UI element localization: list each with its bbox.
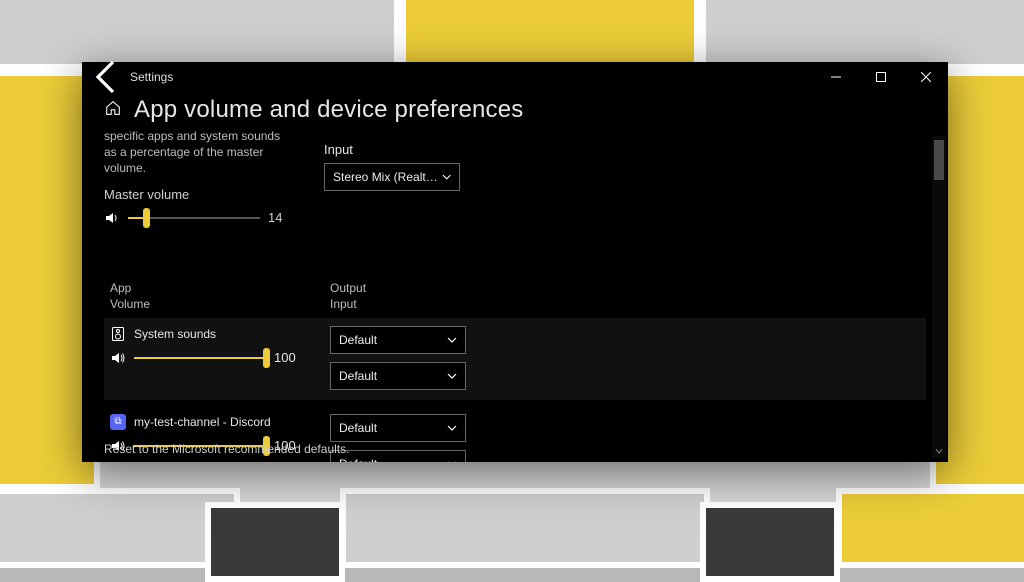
- master-description: specific apps and system sounds as a per…: [104, 128, 294, 177]
- discord-icon: ⧉: [110, 414, 126, 430]
- app-input-selected: Default: [339, 457, 377, 462]
- close-icon: [921, 72, 931, 82]
- table-header: App Volume Output Input: [104, 280, 926, 312]
- back-arrow-icon: [88, 57, 128, 97]
- master-volume-slider[interactable]: [128, 210, 260, 226]
- col-input: Input: [330, 296, 480, 312]
- maximize-button[interactable]: [858, 62, 903, 92]
- input-label: Input: [324, 142, 474, 157]
- app-row: System sounds 100 Default Default: [104, 318, 926, 400]
- home-icon[interactable]: [104, 99, 122, 122]
- col-app: App: [110, 280, 300, 296]
- chevron-down-icon: [447, 335, 457, 345]
- chevron-down-icon: [447, 459, 457, 462]
- scroll-down-arrow-icon[interactable]: [932, 444, 946, 458]
- app-input-dropdown[interactable]: Default: [330, 450, 466, 462]
- col-volume: Volume: [110, 296, 300, 312]
- app-name: my-test-channel - Discord: [134, 415, 271, 429]
- reset-defaults-text: Reset to the Microsoft recommended defau…: [104, 442, 349, 456]
- maximize-icon: [876, 72, 886, 82]
- col-output: Output: [330, 280, 480, 296]
- app-name: System sounds: [134, 327, 216, 341]
- app-volume-value: 100: [274, 350, 300, 365]
- settings-window: Settings App volume and device preferenc…: [82, 62, 948, 462]
- chevron-down-icon: [447, 423, 457, 433]
- speaker-icon: [110, 350, 126, 366]
- input-device-selected: Stereo Mix (Realtek...: [333, 170, 442, 184]
- scrollbar-thumb[interactable]: [934, 140, 944, 180]
- master-volume-value: 14: [268, 210, 294, 225]
- window-title: Settings: [130, 70, 173, 84]
- speaker-icon: [104, 210, 120, 226]
- page-title: App volume and device preferences: [134, 96, 524, 124]
- system-sounds-icon: [110, 326, 126, 342]
- close-button[interactable]: [903, 62, 948, 92]
- app-input-dropdown[interactable]: Default: [330, 362, 466, 390]
- window-titlebar: Settings: [82, 62, 948, 92]
- app-input-selected: Default: [339, 369, 377, 383]
- minimize-icon: [831, 72, 841, 82]
- vertical-scrollbar[interactable]: [932, 136, 946, 458]
- minimize-button[interactable]: [813, 62, 858, 92]
- input-device-dropdown[interactable]: Stereo Mix (Realtek...: [324, 163, 460, 191]
- app-output-selected: Default: [339, 333, 377, 347]
- master-volume-label: Master volume: [104, 187, 294, 202]
- chevron-down-icon: [442, 172, 451, 182]
- app-output-dropdown[interactable]: Default: [330, 414, 466, 442]
- page-header: App volume and device preferences: [104, 96, 926, 124]
- chevron-down-icon: [447, 371, 457, 381]
- back-button[interactable]: [88, 62, 128, 92]
- app-output-dropdown[interactable]: Default: [330, 326, 466, 354]
- app-output-selected: Default: [339, 421, 377, 435]
- app-volume-slider[interactable]: [134, 350, 266, 366]
